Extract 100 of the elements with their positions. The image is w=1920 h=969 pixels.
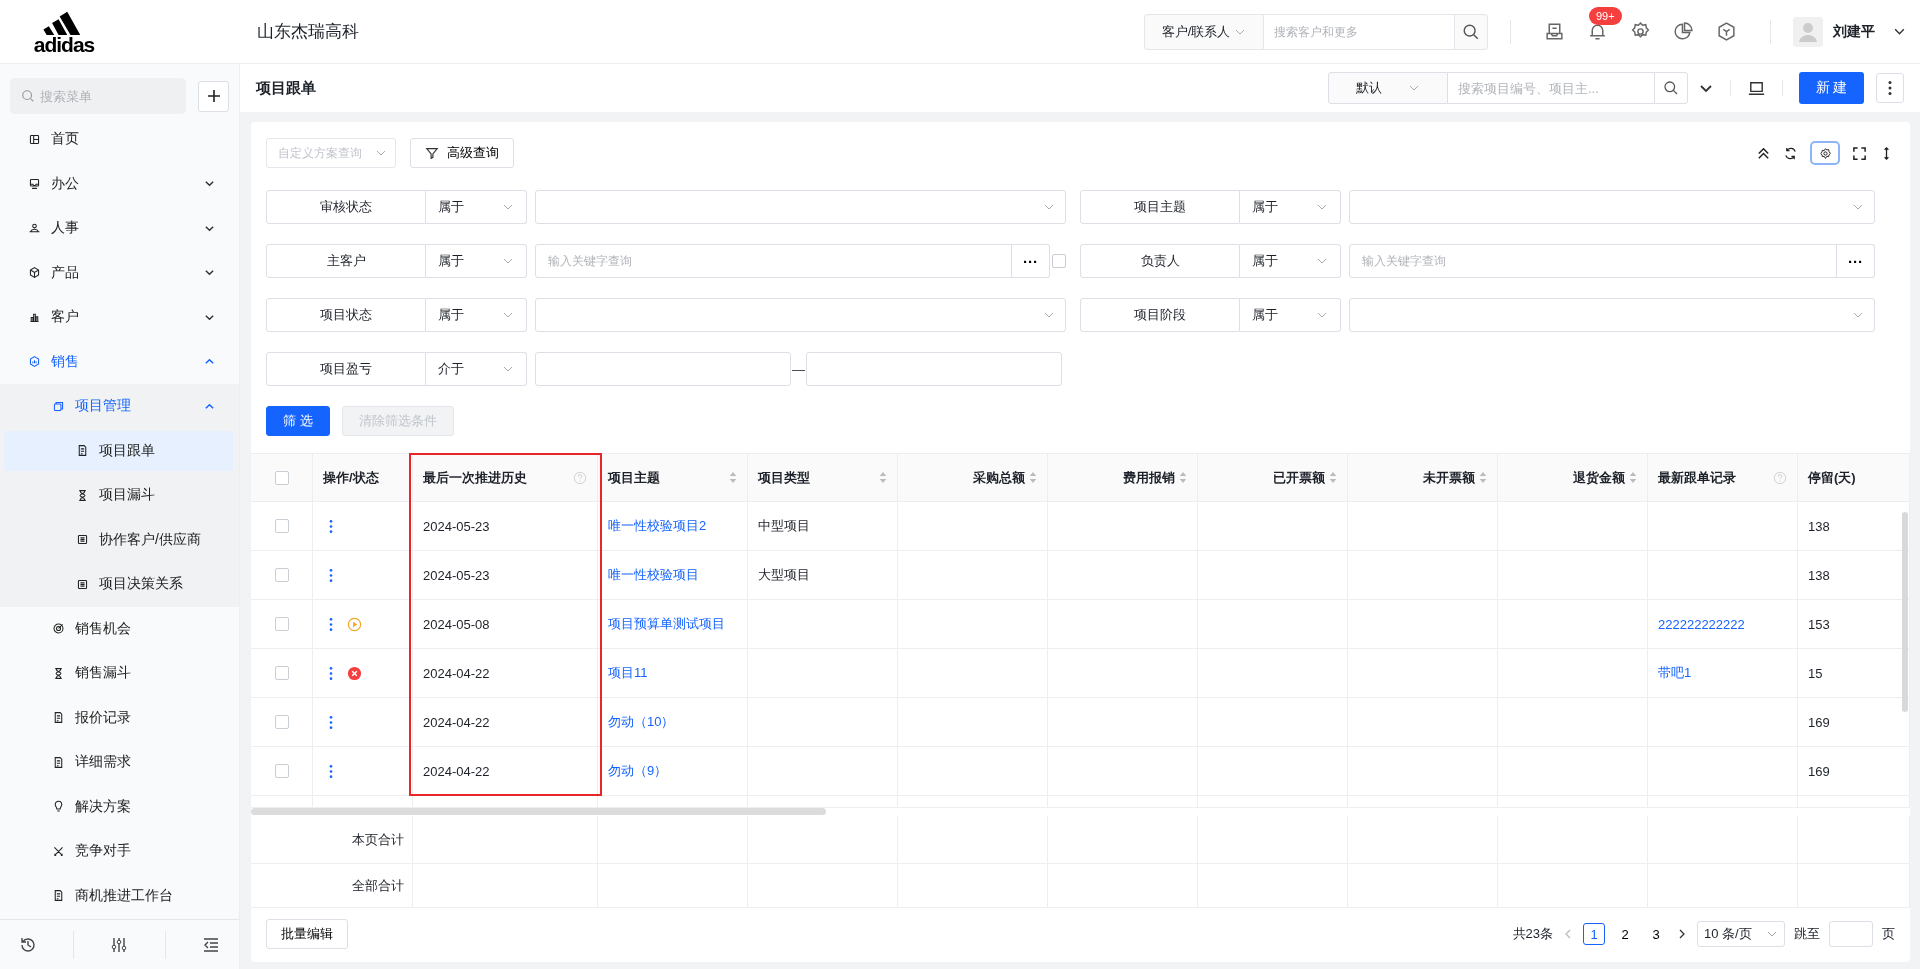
horizontal-scrollbar[interactable] bbox=[251, 808, 826, 815]
sort-icon[interactable] bbox=[879, 471, 887, 484]
value-select[interactable] bbox=[535, 190, 1066, 224]
user-name[interactable]: 刘建平 bbox=[1833, 22, 1875, 41]
column-header[interactable]: 未开票额 bbox=[1348, 453, 1498, 502]
row-checkbox[interactable] bbox=[274, 519, 289, 533]
menu-item[interactable]: 项目跟单 bbox=[4, 430, 233, 471]
sort-icon[interactable] bbox=[729, 471, 737, 484]
column-header[interactable]: 项目主题 bbox=[598, 453, 748, 502]
table-link[interactable]: 项目11 bbox=[608, 664, 648, 682]
column-header[interactable]: 采购总额 bbox=[898, 453, 1048, 502]
menu-item[interactable]: 销售漏斗 bbox=[4, 653, 233, 694]
more-button[interactable] bbox=[1876, 73, 1904, 103]
sort-icon[interactable] bbox=[1479, 471, 1487, 484]
column-header[interactable]: 退货金额 bbox=[1498, 453, 1648, 502]
sort-icon[interactable] bbox=[1179, 471, 1187, 484]
operator-select[interactable]: 属于 bbox=[426, 244, 527, 278]
table-link[interactable]: 222222222222 bbox=[1658, 616, 1745, 632]
menu-item[interactable]: 商机推进工作台 bbox=[4, 875, 233, 916]
global-search-field[interactable]: 搜索客户和更多 bbox=[1264, 13, 1454, 50]
lookup-button[interactable]: ··· bbox=[1012, 244, 1050, 278]
table-link[interactable]: 项目预算单测试项目 bbox=[608, 615, 725, 633]
value-select[interactable] bbox=[1349, 190, 1875, 224]
batch-edit-button[interactable]: 批量编辑 bbox=[266, 919, 348, 949]
operator-select[interactable]: 属于 bbox=[1240, 244, 1341, 278]
range-to-field[interactable] bbox=[806, 352, 1062, 386]
menu-search-field[interactable]: 搜索菜单 bbox=[10, 78, 186, 114]
table-link[interactable]: 勿动（9） bbox=[608, 762, 668, 780]
value-select[interactable] bbox=[1349, 298, 1875, 332]
view-select[interactable]: 默认 bbox=[1328, 72, 1448, 104]
menu-item[interactable]: 竞争对手 bbox=[4, 831, 233, 872]
cube-icon[interactable] bbox=[1716, 21, 1737, 42]
menu-item[interactable]: 客户 bbox=[4, 297, 233, 338]
advanced-search-button[interactable]: 高级查询 bbox=[410, 138, 514, 168]
filter-button[interactable]: 筛 选 bbox=[266, 406, 330, 436]
keyword-field[interactable]: 输入关键字查询 bbox=[535, 244, 1012, 278]
operator-select[interactable]: 属于 bbox=[1240, 298, 1341, 332]
column-header[interactable]: 操作/状态 bbox=[313, 453, 413, 502]
sort-icon[interactable] bbox=[1329, 471, 1337, 484]
column-header[interactable]: 停留(天) bbox=[1798, 453, 1910, 502]
menu-item[interactable]: 办公 bbox=[4, 163, 233, 204]
page-size-select[interactable]: 10 条/页 bbox=[1697, 921, 1785, 947]
column-header[interactable]: 项目类型 bbox=[748, 453, 898, 502]
column-header[interactable]: 已开票额 bbox=[1198, 453, 1348, 502]
new-button[interactable]: 新 建 bbox=[1799, 72, 1864, 104]
menu-item[interactable]: 销售 bbox=[4, 341, 233, 382]
row-checkbox[interactable] bbox=[274, 764, 289, 778]
column-settings-button[interactable] bbox=[1810, 141, 1840, 165]
row-checkbox[interactable] bbox=[274, 617, 289, 631]
checkbox[interactable] bbox=[1052, 254, 1066, 268]
refresh-icon[interactable] bbox=[1783, 145, 1798, 161]
more-icon[interactable] bbox=[329, 518, 333, 534]
page-button[interactable]: 1 bbox=[1583, 923, 1605, 945]
logo[interactable]: adidas bbox=[14, 8, 114, 55]
range-from-field[interactable] bbox=[535, 352, 791, 386]
more-icon[interactable] bbox=[329, 665, 333, 681]
table-link[interactable]: 唯一性校验项目 bbox=[608, 566, 699, 584]
help-icon[interactable] bbox=[1773, 470, 1787, 485]
more-icon[interactable] bbox=[329, 714, 333, 730]
add-button[interactable] bbox=[198, 80, 229, 112]
select-all-checkbox[interactable] bbox=[274, 470, 289, 485]
vertical-scrollbar[interactable] bbox=[1902, 512, 1908, 712]
menu-item[interactable]: 详细需求 bbox=[4, 742, 233, 783]
menu-item[interactable]: 销售机会 bbox=[4, 608, 233, 649]
more-icon[interactable] bbox=[329, 567, 333, 583]
search-button[interactable] bbox=[1654, 72, 1688, 104]
more-icon[interactable] bbox=[329, 616, 333, 632]
sort-icon[interactable] bbox=[1029, 471, 1037, 484]
column-header[interactable]: 费用报销 bbox=[1048, 453, 1198, 502]
row-checkbox[interactable] bbox=[274, 715, 289, 729]
project-search-field[interactable]: 搜索项目编号、项目主... bbox=[1448, 72, 1654, 104]
operator-select[interactable]: 属于 bbox=[1240, 190, 1341, 224]
row-checkbox[interactable] bbox=[274, 568, 289, 582]
keyword-field[interactable]: 输入关键字查询 bbox=[1349, 244, 1837, 278]
pie-chart-icon[interactable] bbox=[1673, 21, 1694, 42]
collapse-icon[interactable] bbox=[1756, 145, 1771, 161]
row-checkbox[interactable] bbox=[274, 666, 289, 680]
operator-select[interactable]: 介于 bbox=[426, 352, 527, 386]
page-number-field[interactable] bbox=[1829, 921, 1873, 947]
sort-icon[interactable] bbox=[1629, 471, 1637, 484]
menu-item[interactable]: 首页 bbox=[4, 119, 233, 160]
menu-item[interactable]: 人事 bbox=[4, 208, 233, 249]
menu-item[interactable]: 解决方案 bbox=[4, 786, 233, 827]
value-select[interactable] bbox=[535, 298, 1066, 332]
user-avatar[interactable] bbox=[1793, 16, 1823, 47]
menu-item[interactable]: 报价记录 bbox=[4, 697, 233, 738]
operator-select[interactable]: 属于 bbox=[426, 190, 527, 224]
search-button[interactable] bbox=[1454, 13, 1488, 50]
table-link[interactable]: 勿动（10） bbox=[608, 713, 675, 731]
column-header[interactable]: 最新跟单记录 bbox=[1648, 453, 1798, 502]
fullscreen-icon[interactable] bbox=[1852, 145, 1867, 161]
inbox-icon[interactable] bbox=[1544, 21, 1565, 42]
help-icon[interactable] bbox=[573, 470, 587, 485]
lookup-button[interactable]: ··· bbox=[1837, 244, 1875, 278]
table-link[interactable]: 唯一性校验项目2 bbox=[608, 517, 707, 535]
search-scope-select[interactable]: 客户/联系人 bbox=[1144, 13, 1264, 50]
more-icon[interactable] bbox=[329, 763, 333, 779]
column-header[interactable]: 最后一次推进历史 bbox=[413, 453, 598, 502]
menu-item[interactable]: 产品 bbox=[4, 252, 233, 293]
table-link[interactable]: 带吧1 bbox=[1658, 664, 1692, 682]
